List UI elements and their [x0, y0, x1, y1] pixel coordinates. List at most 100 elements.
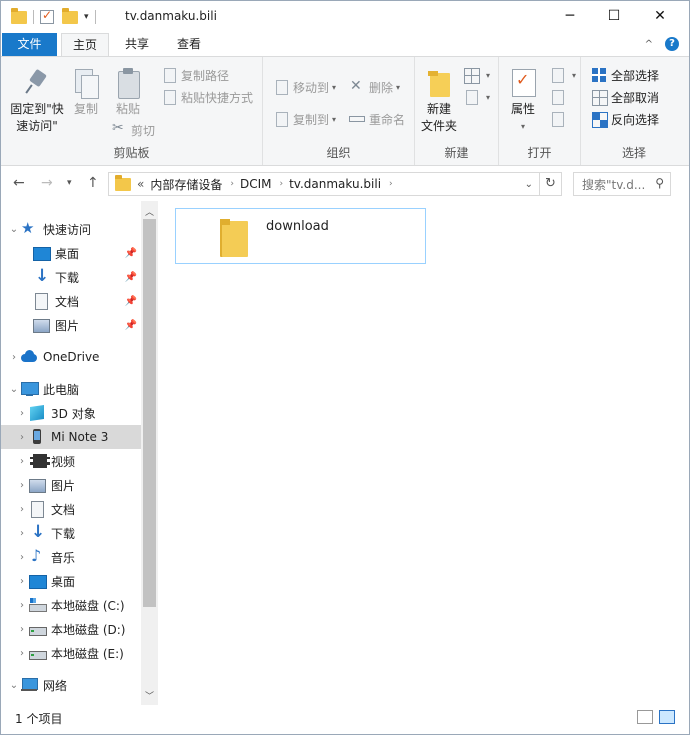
easy-access-button[interactable]: ▾ — [463, 87, 490, 107]
properties-icon[interactable]: ✓ — [40, 8, 54, 24]
chevron-down-icon[interactable]: ⌄ — [7, 224, 21, 235]
list-item[interactable]: download — [175, 208, 426, 264]
ribbon: 固定到"快速访问" 复制 粘贴 复制路径 粘贴快捷方式 ✂ 剪切 剪贴板 移动到… — [1, 56, 689, 166]
address-bar[interactable]: « 内部存储设备 › DCIM › tv.danmaku.bili › ⌄ ↻ — [108, 172, 562, 196]
new-folder-icon[interactable] — [62, 7, 78, 24]
chevron-right-icon[interactable]: › — [15, 456, 29, 467]
breadcrumb-separator-icon[interactable]: › — [389, 179, 393, 189]
chevron-right-icon[interactable]: › — [15, 624, 29, 635]
details-view-icon[interactable] — [637, 710, 653, 724]
nav-quick-documents[interactable]: 文档 📌 — [1, 289, 141, 313]
history-button[interactable] — [549, 109, 569, 129]
back-arrow-icon[interactable]: ← — [13, 175, 25, 191]
pin-to-quick-access-button[interactable]: 固定到"快速访问" — [7, 67, 67, 135]
nav-videos[interactable]: › 视频 — [1, 449, 141, 473]
nav-quick-pictures[interactable]: 图片 📌 — [1, 313, 141, 337]
chevron-right-icon[interactable]: › — [15, 528, 29, 539]
nav-quick-access[interactable]: ⌄ 快速访问 — [1, 217, 141, 241]
copy-to-button[interactable]: 复制到 ▾ — [273, 109, 336, 129]
new-item-button[interactable]: ▾ — [463, 65, 490, 85]
forward-arrow-icon[interactable]: → — [41, 175, 53, 191]
edit-button[interactable] — [549, 87, 569, 107]
chevron-right-icon[interactable]: › — [15, 504, 29, 515]
recent-locations-chevron-icon[interactable]: ▾ — [67, 178, 72, 188]
folder-icon — [220, 217, 248, 257]
edit-icon — [549, 89, 565, 105]
new-item-icon — [463, 67, 480, 84]
search-icon[interactable]: ⚲ — [655, 176, 664, 190]
invert-selection-button[interactable]: 反向选择 — [591, 109, 659, 129]
paste-shortcut-button[interactable]: 粘贴快捷方式 — [161, 87, 253, 107]
tab-view[interactable]: 查看 — [165, 33, 213, 57]
delete-icon — [349, 78, 365, 95]
breadcrumb-separator-icon[interactable]: › — [279, 179, 283, 189]
nav-downloads[interactable]: › 下载 — [1, 521, 141, 545]
nav-mi-note-3[interactable]: › Mi Note 3 — [1, 425, 141, 449]
chevron-down-icon: ▾ — [572, 70, 577, 80]
nav-scrollbar[interactable]: ︿ ﹀ — [141, 201, 158, 705]
breadcrumb-item[interactable]: DCIM — [240, 177, 272, 191]
select-all-button[interactable]: 全部选择 — [591, 65, 659, 85]
chevron-right-icon[interactable]: › — [15, 408, 29, 419]
nav-label: 文档 — [55, 294, 80, 309]
breadcrumb-item[interactable]: tv.danmaku.bili — [289, 177, 381, 191]
nav-music[interactable]: › 音乐 — [1, 545, 141, 569]
nav-desktop[interactable]: › 桌面 — [1, 569, 141, 593]
nav-documents[interactable]: › 文档 — [1, 497, 141, 521]
up-arrow-icon[interactable]: ↑ — [87, 175, 99, 191]
breadcrumb-item[interactable]: 内部存储设备 — [150, 176, 222, 193]
copy-button[interactable]: 复制 — [69, 67, 103, 118]
breadcrumb-separator-icon[interactable]: › — [230, 179, 234, 189]
scroll-up-arrow-icon[interactable]: ︿ — [145, 205, 154, 218]
large-icons-view-icon[interactable] — [659, 710, 675, 724]
chevron-down-icon[interactable]: ⌄ — [7, 384, 21, 395]
nav-quick-desktop[interactable]: 桌面 📌 — [1, 241, 141, 265]
open-button[interactable]: ▾ — [549, 65, 576, 85]
delete-button[interactable]: 删除▾ — [349, 77, 400, 97]
tab-home[interactable]: 主页 — [61, 33, 109, 57]
refresh-icon[interactable]: ↻ — [539, 173, 561, 195]
move-to-button[interactable]: 移动到 ▾ — [273, 77, 336, 97]
collapse-ribbon-chevron-icon[interactable]: ^ — [645, 39, 653, 50]
rename-button[interactable]: 重命名 — [349, 109, 405, 129]
help-icon[interactable]: ? — [665, 37, 679, 51]
maximize-button[interactable]: ☐ — [591, 1, 637, 31]
chevron-right-icon[interactable]: › — [15, 552, 29, 563]
nav-this-pc[interactable]: ⌄ 此电脑 — [1, 377, 141, 401]
customize-toolbar-chevron-icon[interactable]: ▾ — [84, 12, 89, 22]
new-folder-button[interactable]: 新建 文件夹 — [419, 67, 459, 135]
copy-icon — [71, 67, 101, 99]
chevron-right-icon[interactable]: › — [15, 648, 29, 659]
chevron-right-icon[interactable]: › — [15, 600, 29, 611]
select-none-button[interactable]: 全部取消 — [591, 87, 659, 107]
nav-drive-d[interactable]: › 本地磁盘 (D:) — [1, 617, 141, 641]
chevron-down-icon[interactable]: ⌄ — [7, 680, 21, 691]
search-input[interactable]: 搜索"tv.d... ⚲ — [573, 172, 671, 196]
nav-pictures[interactable]: › 图片 — [1, 473, 141, 497]
nav-label: 视频 — [51, 454, 76, 469]
nav-drive-c[interactable]: › 本地磁盘 (C:) — [1, 593, 141, 617]
nav-scrollbar-thumb[interactable] — [143, 219, 156, 607]
minimize-button[interactable]: ─ — [547, 1, 593, 31]
chevron-right-icon[interactable]: › — [15, 480, 29, 491]
nav-network[interactable]: ⌄ 网络 — [1, 673, 141, 697]
history-icon — [549, 111, 565, 127]
chevron-right-icon[interactable]: › — [7, 352, 21, 363]
scroll-down-arrow-icon[interactable]: ﹀ — [145, 689, 154, 702]
chevron-right-icon[interactable]: › — [15, 576, 29, 587]
nav-3d-objects[interactable]: › 3D 对象 — [1, 401, 141, 425]
nav-onedrive[interactable]: › OneDrive — [1, 345, 141, 369]
breadcrumb-overflow[interactable]: « — [137, 177, 144, 191]
nav-drive-e[interactable]: › 本地磁盘 (E:) — [1, 641, 141, 665]
paste-button[interactable]: 粘贴 — [111, 67, 145, 118]
cut-button[interactable]: ✂ 剪切 — [111, 120, 155, 140]
tab-share[interactable]: 共享 — [113, 33, 161, 57]
address-history-chevron-icon[interactable]: ⌄ — [525, 179, 533, 190]
properties-button[interactable]: 属性 ▾ — [505, 67, 541, 135]
nav-quick-downloads[interactable]: 下载 📌 — [1, 265, 141, 289]
tab-file[interactable]: 文件 — [2, 33, 57, 57]
status-bar: 1 个项目 — [1, 705, 689, 734]
close-button[interactable]: ✕ — [637, 1, 683, 31]
chevron-right-icon[interactable]: › — [15, 432, 29, 443]
copy-path-button[interactable]: 复制路径 — [161, 65, 229, 85]
